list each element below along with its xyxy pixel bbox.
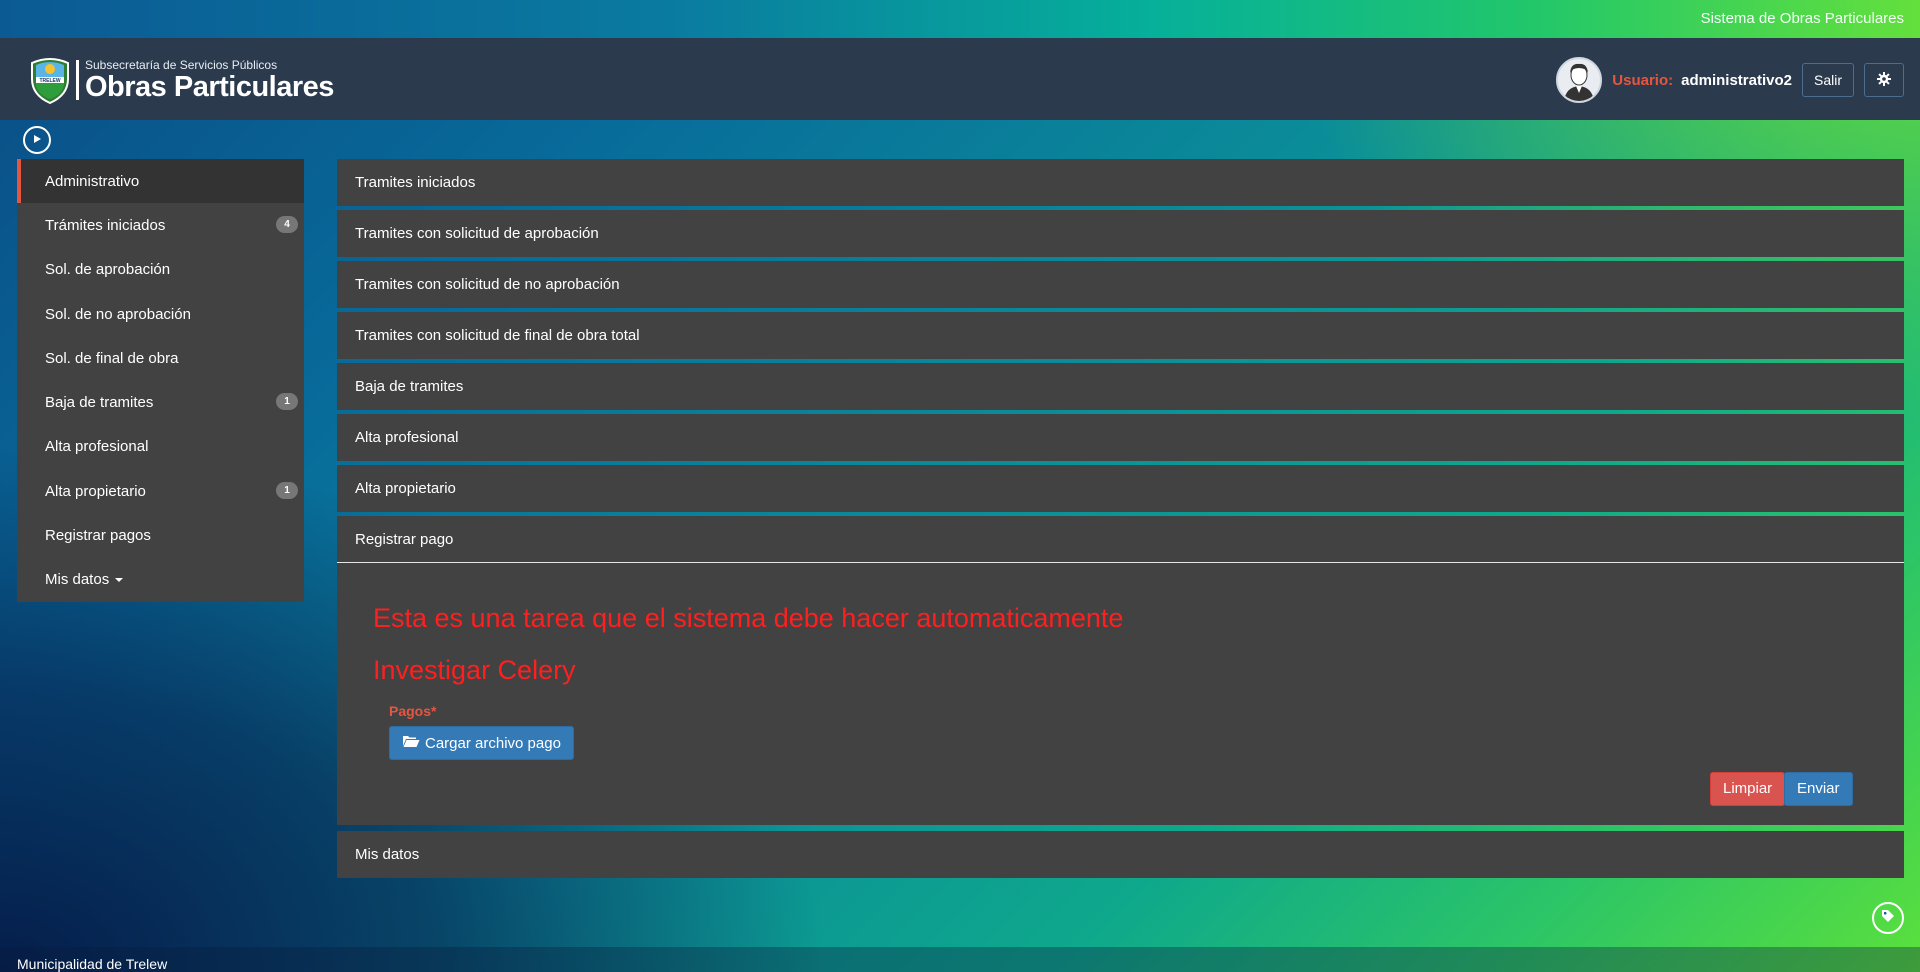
system-title: Sistema de Obras Particulares (1700, 10, 1904, 27)
footer: Municipalidad de Trelew (0, 947, 1920, 972)
user-name: administrativo2 (1681, 71, 1792, 89)
panel-title: Mis datos (355, 846, 420, 863)
sidebar-item-label: Sol. de aprobación (45, 261, 171, 279)
count-badge: 1 (276, 482, 298, 500)
panel-alta-propietario[interactable]: Alta propietario (337, 465, 1904, 512)
sidebar-item-label: Administrativo (45, 172, 140, 190)
panel-registrar-pago: Registrar pago Esta es una tarea que el … (337, 516, 1904, 825)
panel-solicitud-no-aprobacion[interactable]: Tramites con solicitud de no aprobación (337, 261, 1904, 308)
sidebar-item-mis-datos[interactable]: Mis datos (17, 558, 304, 602)
panel-title: Tramites con solicitud de no aprobación (355, 276, 620, 293)
app-header: TRELEW Subsecretaría de Servicios Públic… (0, 38, 1920, 120)
sidebar-item-tramites-iniciados[interactable]: Trámites iniciados 4 (17, 203, 304, 247)
settings-button[interactable] (1864, 63, 1904, 97)
automation-note: Esta es una tarea que el sistema debe ha… (373, 603, 1124, 633)
sidebar-item-sol-aprobacion[interactable]: Sol. de aprobación (17, 248, 304, 292)
upload-payment-label: Cargar archivo pago (425, 734, 561, 752)
sidebar-item-label: Mis datos (45, 571, 110, 589)
sidebar-item-label: Alta profesional (45, 438, 149, 456)
sidebar-item-label: Baja de tramites (45, 394, 154, 412)
upload-payment-button[interactable]: Cargar archivo pago (389, 726, 574, 760)
sidebar-item-sol-no-aprobacion[interactable]: Sol. de no aprobación (17, 292, 304, 336)
top-banner: Sistema de Obras Particulares (0, 0, 1920, 38)
sidebar-item-label: Trámites iniciados (45, 216, 166, 234)
user-avatar (1556, 57, 1603, 103)
sidebar-item-registrar-pagos[interactable]: Registrar pagos (17, 513, 304, 557)
registrar-pago-form: Esta es una tarea que el sistema debe ha… (337, 563, 1904, 825)
sidebar-item-label: Sol. de no aprobación (45, 305, 191, 323)
caret-down-icon (115, 577, 124, 582)
count-badge: 1 (276, 393, 298, 411)
user-label: Usuario: (1612, 71, 1674, 89)
logo-title: Obras Particulares (85, 70, 334, 103)
tag-button[interactable] (1872, 902, 1904, 934)
panel-solicitud-aprobacion[interactable]: Tramites con solicitud de aprobación (337, 210, 1904, 257)
sidebar-item-alta-profesional[interactable]: Alta profesional (17, 425, 304, 469)
celery-note: Investigar Celery (373, 655, 576, 685)
sidebar-toggle-button[interactable] (23, 126, 51, 154)
panel-tramites-iniciados[interactable]: Tramites iniciados (337, 159, 1904, 206)
panel-baja-tramites[interactable]: Baja de tramites (337, 363, 1904, 410)
sidebar: Administrativo Trámites iniciados 4 Sol.… (17, 159, 304, 602)
user-area: Usuario: administrativo2 Salir (1556, 57, 1904, 103)
shield-text: TRELEW (39, 78, 60, 84)
panel-registrar-pago-header[interactable]: Registrar pago (337, 516, 1904, 563)
folder-open-icon (402, 734, 425, 752)
sidebar-item-administrativo[interactable]: Administrativo (17, 159, 304, 204)
panel-solicitud-final-obra[interactable]: Tramites con solicitud de final de obra … (337, 312, 1904, 359)
panel-alta-profesional[interactable]: Alta profesional (337, 414, 1904, 461)
panel-title: Tramites con solicitud de final de obra … (355, 327, 640, 344)
sidebar-item-alta-propietario[interactable]: Alta propietario 1 (17, 469, 304, 513)
panel-title: Alta profesional (355, 429, 459, 446)
logo-divider (76, 60, 79, 100)
clear-button[interactable]: Limpiar (1710, 772, 1786, 806)
gear-icon (1877, 71, 1891, 89)
panel-title: Alta propietario (355, 480, 456, 497)
logo-subtitle: Subsecretaría de Servicios Públicos (85, 57, 278, 72)
pagos-field-label: Pagos* (389, 703, 437, 719)
count-badge: 4 (276, 216, 298, 234)
footer-text: Municipalidad de Trelew (17, 956, 168, 972)
sidebar-item-label: Alta propietario (45, 482, 146, 500)
panel-mis-datos[interactable]: Mis datos (337, 831, 1904, 878)
tag-icon (1881, 909, 1895, 928)
sidebar-item-label: Registrar pagos (45, 527, 151, 545)
app-logo[interactable]: TRELEW Subsecretaría de Servicios Públic… (30, 52, 334, 108)
logo-text: Subsecretaría de Servicios Públicos Obra… (85, 59, 334, 102)
panel-title: Tramites iniciados (355, 174, 476, 191)
panel-title: Registrar pago (355, 530, 454, 548)
logout-button[interactable]: Salir (1801, 63, 1854, 97)
play-icon (32, 131, 42, 149)
panel-title: Baja de tramites (355, 378, 464, 395)
trelew-shield-icon: TRELEW (30, 55, 70, 105)
main-content: Tramites iniciados Tramites con solicitu… (337, 159, 1904, 882)
panel-title: Tramites con solicitud de aprobación (355, 225, 599, 242)
submit-button[interactable]: Enviar (1784, 772, 1853, 806)
sidebar-item-baja-tramites[interactable]: Baja de tramites 1 (17, 380, 304, 424)
sidebar-item-label: Sol. de final de obra (45, 349, 179, 367)
sidebar-item-sol-final-obra[interactable]: Sol. de final de obra (17, 336, 304, 380)
